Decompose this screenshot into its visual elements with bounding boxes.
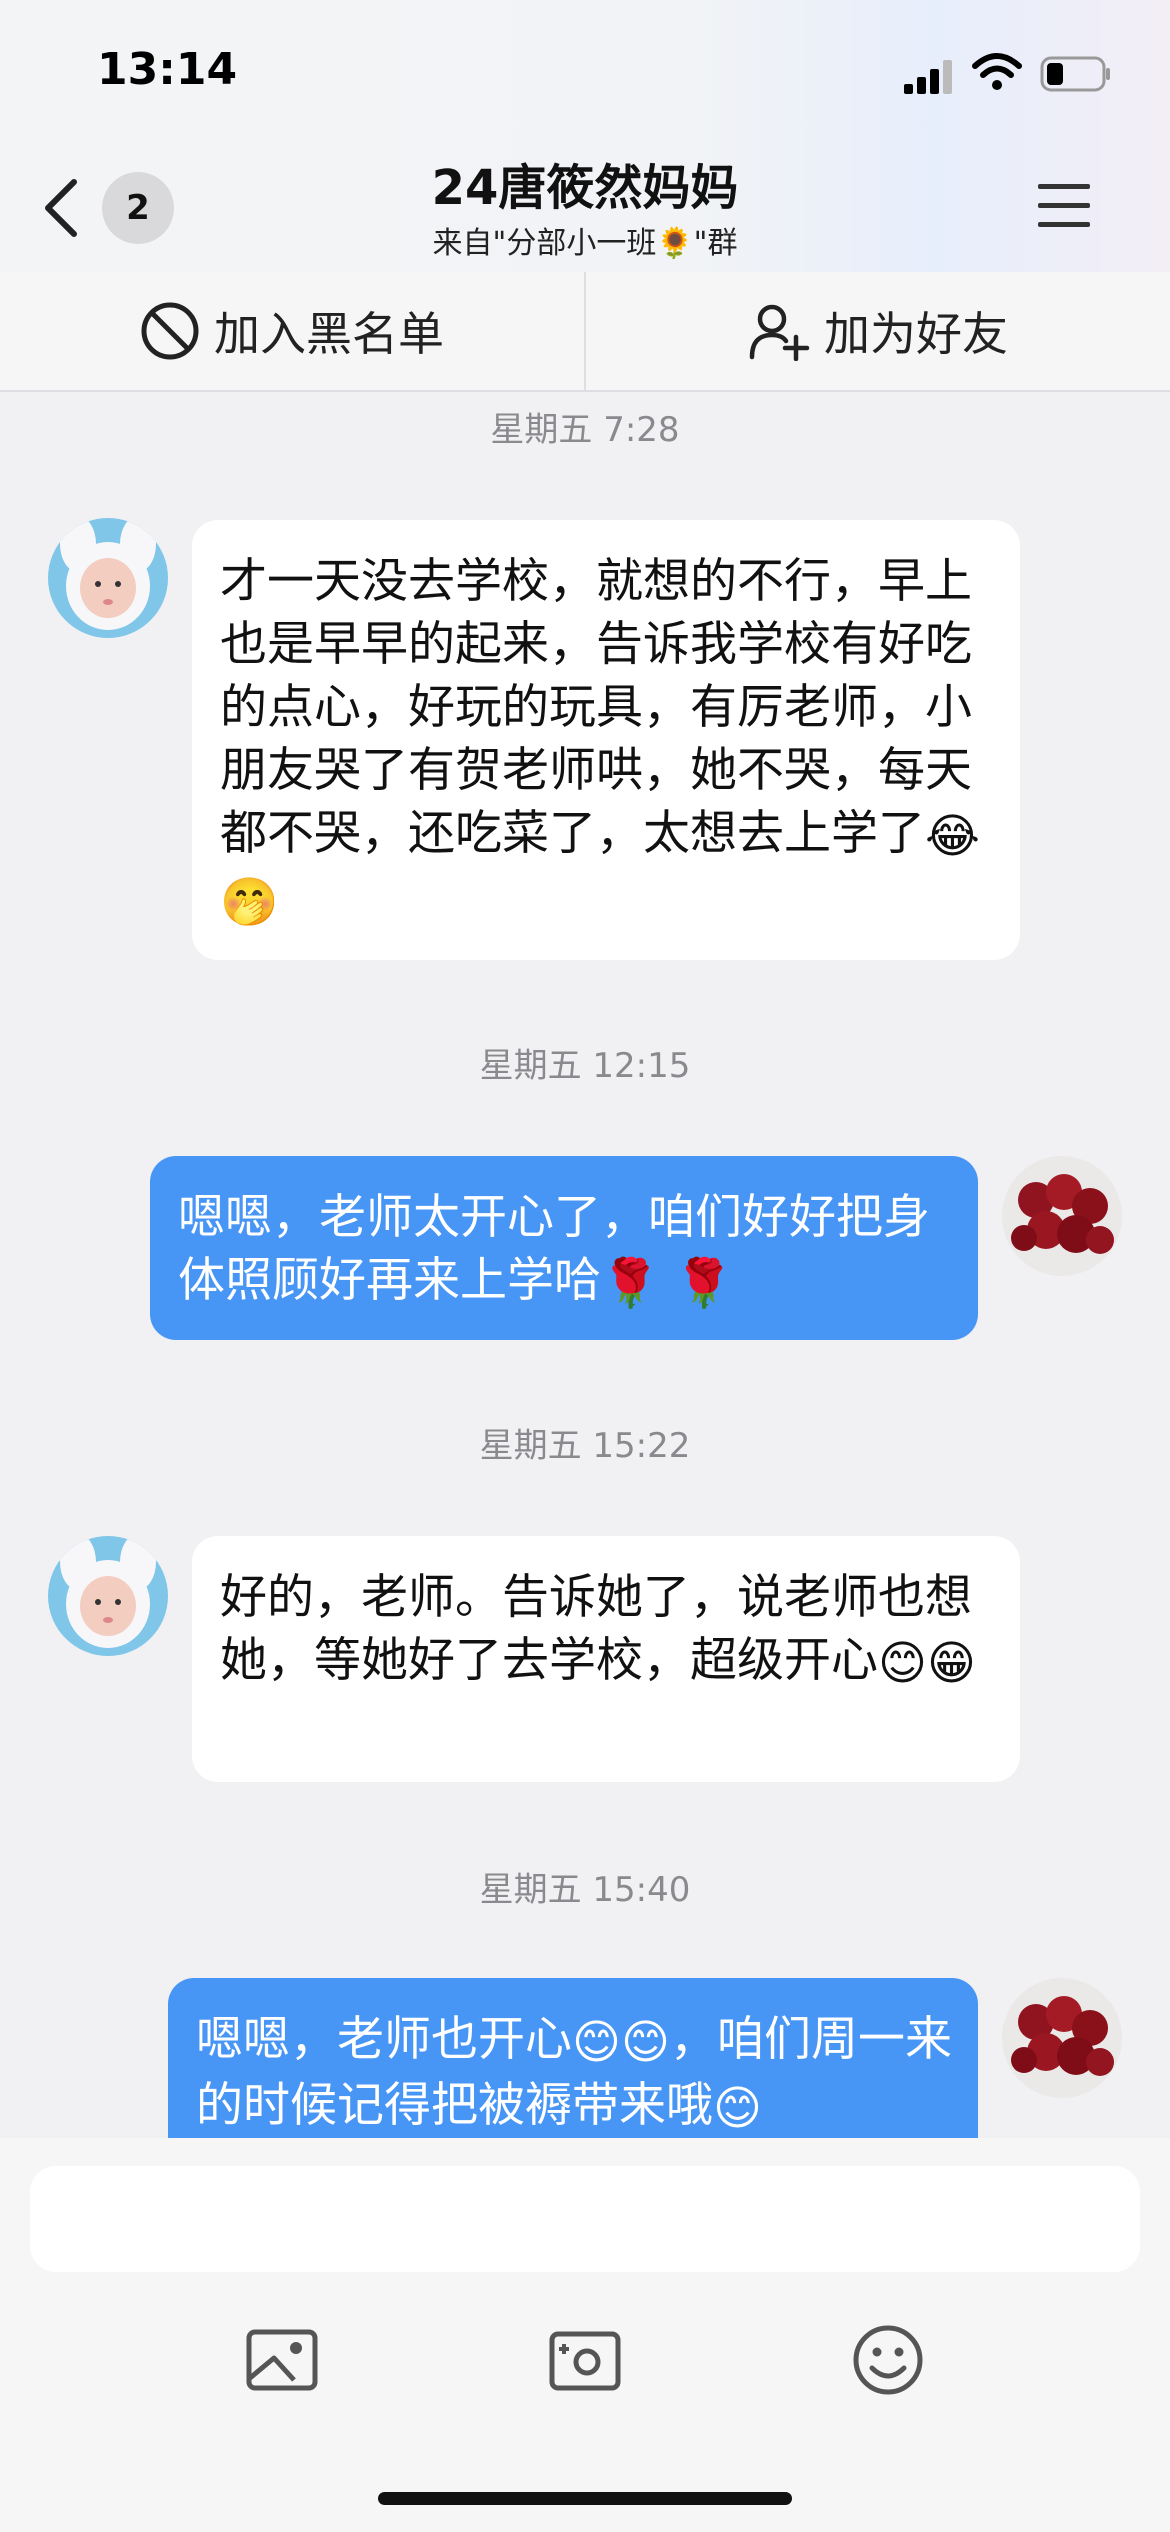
incoming-message[interactable]: 好的，老师。告诉她了，说老师也想她，等她好了去学校，超级开心😊😁 — [192, 1536, 1020, 1782]
message-text: 嗯嗯，老师太开心了，咱们好好把身体照顾好再来上学哈 — [178, 1190, 930, 1308]
photo-icon[interactable] — [244, 2322, 320, 2398]
timestamp: 星期五 12:15 — [479, 1046, 691, 1086]
message-text: 才一天没去学校，就想的不行，早上也是早早的起来，告诉我学校有好吃的点心，好玩的玩… — [220, 554, 972, 861]
cellular-signal-icon — [904, 60, 952, 94]
message-text: 好的，老师。告诉她了，说老师也想她，等她好了去学校，超级开心 — [220, 1570, 972, 1688]
smiling-emoji-icon: 😊 — [713, 2081, 762, 2136]
rose-emoji-icon: 🌹 — [601, 1256, 660, 1311]
emoji-icon[interactable] — [850, 2322, 926, 2398]
message-input[interactable] — [30, 2166, 1140, 2272]
timestamp: 星期五 7:28 — [490, 410, 680, 450]
smiling-emoji-icon: 😊 — [621, 2015, 670, 2070]
add-to-blacklist-button[interactable]: 加入黑名单 — [0, 272, 584, 390]
battery-icon — [1040, 56, 1110, 92]
smiling-emoji-icon: 😊 — [878, 1636, 927, 1691]
message-text: 嗯嗯，老师也开心 — [196, 2012, 572, 2067]
add-friend-button[interactable]: 加为好友 — [586, 272, 1170, 390]
status-time: 13:14 — [97, 44, 238, 95]
timestamp: 星期五 15:22 — [479, 1426, 691, 1466]
add-friend-label: 加为好友 — [824, 307, 1008, 361]
cherries-avatar[interactable] — [1002, 1156, 1122, 1276]
grinning-emoji-icon: 😁 — [927, 1636, 976, 1691]
smiling-emoji-icon: 😊 — [572, 2015, 621, 2070]
blacklist-label: 加入黑名单 — [214, 307, 444, 361]
add-user-icon — [749, 304, 810, 361]
incoming-message[interactable]: 才一天没去学校，就想的不行，早上也是早早的起来，告诉我学校有好吃的点心，好玩的玩… — [192, 520, 1020, 960]
rose-emoji-icon: 🌹 — [674, 1256, 734, 1311]
outgoing-message[interactable]: 嗯嗯，老师太开心了，咱们好好把身体照顾好再来上学哈🌹 🌹 — [150, 1156, 978, 1340]
outgoing-message[interactable]: 嗯嗯，老师也开心😊😊，咱们周一来的时候记得把被褥带来哦😊 — [168, 1978, 978, 2162]
chat-title: 24唐筱然妈妈 — [431, 160, 739, 216]
block-icon — [141, 302, 199, 360]
baby-avatar[interactable] — [48, 1536, 168, 1656]
baby-avatar[interactable] — [48, 518, 168, 638]
home-indicator[interactable] — [378, 2492, 792, 2505]
timestamp: 星期五 15:40 — [479, 1870, 691, 1910]
hand-over-mouth-emoji-icon: 🤭 — [220, 875, 279, 930]
laughing-tears-emoji-icon: 😂 — [925, 809, 980, 864]
cherries-avatar[interactable] — [1002, 1978, 1122, 2098]
menu-icon[interactable] — [1038, 184, 1090, 228]
camera-icon[interactable] — [547, 2322, 623, 2398]
chat-subtitle: 来自"分部小一班🌻"群 — [432, 226, 738, 261]
wifi-icon — [972, 53, 1022, 90]
